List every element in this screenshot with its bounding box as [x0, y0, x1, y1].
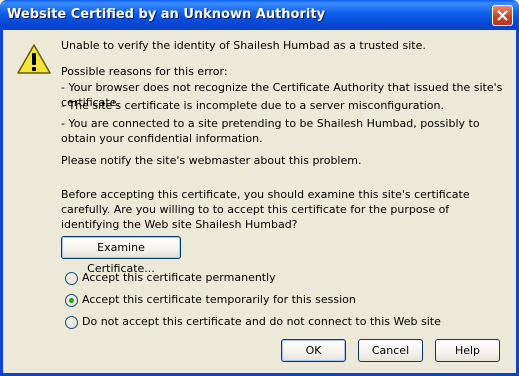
radio-button[interactable] — [65, 316, 78, 329]
option-label[interactable]: Do not accept this certificate and do no… — [82, 315, 441, 328]
option-label[interactable]: Accept this certificate permanently — [82, 271, 276, 284]
ok-button[interactable]: OK — [281, 339, 346, 362]
certificate-dialog: Website Certified by an Unknown Authorit… — [0, 0, 519, 376]
close-button[interactable] — [492, 5, 513, 26]
help-button[interactable]: Help — [435, 339, 500, 362]
examine-certificate-button[interactable]: Examine Certificate... — [61, 236, 181, 275]
cancel-button[interactable]: Cancel — [358, 339, 423, 362]
intro-text: Unable to verify the identity of Shailes… — [61, 39, 426, 52]
close-icon — [497, 10, 508, 21]
warning-icon — [17, 44, 51, 74]
reason-item: - The site's certificate is incomplete d… — [61, 99, 445, 112]
reason-item: - You are connected to a site pretending… — [61, 117, 480, 145]
question-text: Before accepting this certificate, you s… — [61, 188, 470, 231]
window-title: Website Certified by an Unknown Authorit… — [7, 7, 326, 22]
option-label[interactable]: Accept this certificate temporarily for … — [82, 293, 356, 306]
notify-text: Please notify the site's webmaster about… — [61, 154, 362, 167]
radio-button[interactable] — [65, 272, 78, 285]
radio-dot — [69, 298, 74, 303]
title-bar[interactable]: Website Certified by an Unknown Authorit… — [0, 0, 519, 30]
radio-button-selected[interactable] — [65, 294, 78, 307]
reasons-heading: Possible reasons for this error: — [61, 65, 228, 78]
